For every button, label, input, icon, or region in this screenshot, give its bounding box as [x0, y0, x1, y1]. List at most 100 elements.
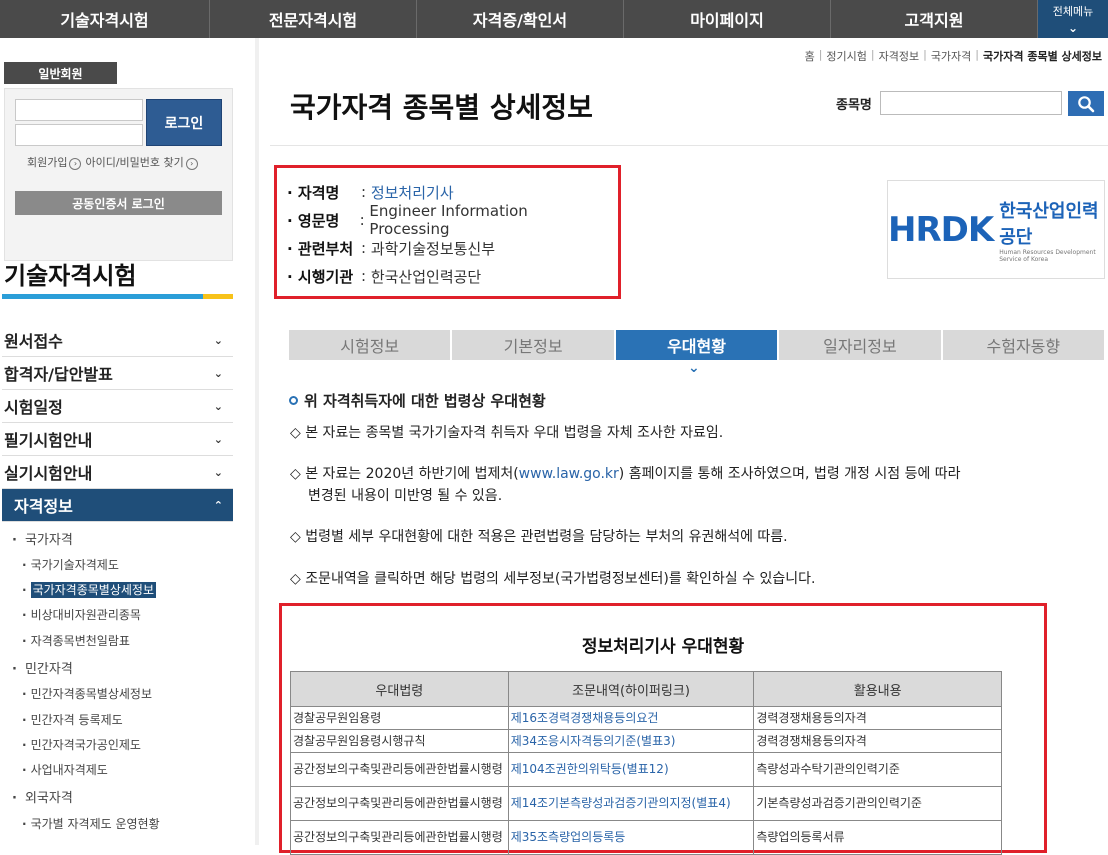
sidebar-item-qualification-info[interactable]: 자격정보 ⌃ [2, 489, 233, 522]
chevron-down-icon: ⌄ [688, 360, 700, 376]
hrdk-logo-mark: HRDK [888, 209, 994, 250]
tab-job-info[interactable]: 일자리정보 [779, 330, 941, 360]
user-id-input[interactable] [15, 99, 143, 121]
note-3: ◇ 법령별 세부 우대현황에 대한 적용은 관련법령을 담당하는 부처의 유권해… [290, 529, 788, 545]
top-nav: 기술자격시험 전문자격시험 자격증/확인서 마이페이지 고객지원 전체메뉴 ⌄ [0, 0, 1108, 38]
all-menu-button[interactable]: 전체메뉴 ⌄ [1038, 0, 1108, 38]
sidebar-item-application[interactable]: 원서접수 ⌄ [2, 324, 233, 357]
article-link[interactable]: 제104조권한의위탁등(별표12) [507, 752, 755, 787]
table-title: 정보처리기사 우대현황 [581, 637, 745, 657]
usage-cell: 측량성과수탁기관의인력기준 [753, 752, 1002, 787]
article-link[interactable]: 제14조기본측량성과검증기관의지정(별표4) [507, 786, 755, 821]
law-site-link[interactable]: www.law.go.kr [519, 466, 619, 482]
tab-basic-info[interactable]: 기본정보 [452, 330, 614, 360]
usage-cell: 측량업의등록서류 [753, 820, 1002, 855]
signup-link[interactable]: 회원가입 › [27, 154, 82, 170]
nav-technical-exam[interactable]: 기술자격시험 [0, 0, 210, 38]
nav-mypage[interactable]: 마이페이지 [624, 0, 831, 38]
law-cell: 경찰공무원임용령시행규칙 [290, 729, 509, 753]
chevron-up-icon: ⌃ [213, 498, 223, 512]
article-link[interactable]: 제34조응시자격등의기준(별표3) [507, 729, 755, 753]
cert-login-button[interactable]: 공동인증서 로그인 [15, 191, 222, 215]
submenu-item[interactable]: 사업내자격제도 [22, 761, 108, 778]
sidebar-item-results[interactable]: 합격자/답안발표 ⌄ [2, 357, 233, 390]
breadcrumb-item[interactable]: 정기시험 [826, 48, 866, 64]
login-box: 로그인 회원가입 › 아이디/비밀번호 찾기 › 공동인증서 로그인 [4, 88, 233, 261]
submenu-item[interactable]: 민간자격종목별상세정보 [22, 685, 152, 702]
column-header: 활용내용 [753, 671, 1002, 707]
nav-customer-support[interactable]: 고객지원 [831, 0, 1038, 38]
logo-english-name: Human Resources Development Service of K… [999, 248, 1096, 263]
table-header-row: 우대법령 조문내역(하이퍼링크) 활용내용 [290, 671, 1002, 707]
all-menu-label: 전체메뉴 [1052, 5, 1094, 18]
law-cell: 공간정보의구축및관리등에관한법률시행령 [290, 752, 509, 787]
sidebar-section-title: 기술자격시험 [4, 262, 137, 290]
submenu-item[interactable]: 비상대비자원관리종목 [22, 606, 141, 623]
submenu-item-current[interactable]: 국가자격종목별상세정보 [22, 581, 157, 598]
member-type-tag: 일반회원 [4, 62, 117, 84]
bullet-ring-icon [289, 396, 298, 405]
sidebar-item-written-exam[interactable]: 필기시험안내 ⌄ [2, 423, 233, 456]
info-row-agency: 시행기관: 한국산업인력공단 [287, 262, 608, 290]
preference-table-box: 정보처리기사 우대현황 우대법령 조문내역(하이퍼링크) 활용내용 경찰공무원임… [279, 603, 1047, 855]
law-cell: 공간정보의구축및관리등에관한법률시행령 [290, 820, 509, 855]
submenu-item[interactable]: 국가기술자격제도 [22, 556, 119, 573]
breadcrumb-item[interactable]: 자격정보 [879, 48, 919, 64]
law-cell: 경찰공무원임용령 [290, 706, 509, 730]
usage-cell: 경력경쟁채용등의자격 [753, 706, 1002, 730]
submenu-item[interactable]: 국가별 자격제도 운영현황 [22, 815, 160, 832]
breadcrumb-item[interactable]: 국가자격 [931, 48, 971, 64]
table-row: 공간정보의구축및관리등에관한법률시행령 제14조기본측량성과검증기관의지정(별표… [290, 786, 1002, 821]
nav-certificate[interactable]: 자격증/확인서 [417, 0, 624, 38]
sidebar-item-practical-exam[interactable]: 실기시험안내 ⌄ [2, 456, 233, 489]
login-button[interactable]: 로그인 [146, 99, 222, 146]
search-icon [1078, 95, 1095, 112]
chevron-down-icon: ⌄ [213, 366, 223, 380]
usage-cell: 기본측량성과검증기관의인력기준 [753, 786, 1002, 821]
password-input[interactable] [15, 124, 143, 146]
login-links: 회원가입 › 아이디/비밀번호 찾기 › [27, 154, 198, 170]
chevron-right-icon: › [185, 157, 198, 170]
chevron-right-icon: › [69, 157, 82, 170]
info-tabs: 시험정보 기본정보 우대현황 일자리정보 수험자동향 [289, 330, 1105, 360]
submenu-foreign[interactable]: 외국자격 [12, 787, 73, 806]
submenu-item[interactable]: 민간자격국가공인제도 [22, 736, 141, 753]
chevron-down-icon: ⌄ [1067, 21, 1079, 35]
usage-cell: 경력경쟁채용등의자격 [753, 729, 1002, 753]
breadcrumb-home[interactable]: 홈 [805, 48, 815, 64]
breadcrumb: 홈 | 정기시험 | 자격정보 | 국가자격 | 국가자격 종목별 상세정보 [804, 48, 1102, 64]
tab-candidate-trends[interactable]: 수험자동향 [942, 330, 1105, 360]
table-row: 경찰공무원임용령 제16조경력경쟁채용등의요건 경력경쟁채용등의자격 [290, 706, 1002, 730]
hrdk-logo: HRDK 한국산업인력공단 Human Resources Developmen… [887, 180, 1105, 279]
qualification-name-link[interactable]: 정보처리기사 [371, 182, 454, 203]
law-cell: 공간정보의구축및관리등에관한법률시행령 [290, 786, 509, 821]
submenu-item[interactable]: 자격종목변천일람표 [22, 632, 130, 649]
sidebar-divider [255, 38, 259, 845]
search-input[interactable] [880, 91, 1062, 115]
table-row: 경찰공무원임용령시행규칙 제34조응시자격등의기준(별표3) 경력경쟁채용등의자… [290, 729, 1002, 753]
column-header: 조문내역(하이퍼링크) [507, 671, 755, 707]
note-4: ◇ 조문내역을 클릭하면 해당 법령의 세부정보(국가법령정보센터)를 확인하실… [290, 571, 816, 587]
submenu-private[interactable]: 민간자격 [12, 658, 73, 677]
info-row-ministry: 관련부처: 과학기술정보통신부 [287, 234, 608, 262]
article-link[interactable]: 제35조측량업의등록등 [507, 820, 755, 855]
find-account-link[interactable]: 아이디/비밀번호 찾기 › [85, 154, 198, 170]
tab-exam-info[interactable]: 시험정보 [289, 330, 451, 360]
table-row: 공간정보의구축및관리등에관한법률시행령 제35조측량업의등록등 측량업의등록서류 [290, 820, 1002, 855]
search-label: 종목명 [836, 98, 872, 113]
article-link[interactable]: 제16조경력경쟁채용등의요건 [507, 706, 755, 730]
logo-korean-name: 한국산업인력공단 [999, 200, 1099, 248]
chevron-down-icon: ⌄ [213, 432, 223, 446]
search-button[interactable] [1068, 91, 1104, 116]
qualification-info-box: 자격명: 정보처리기사 영문명: Engineer Information Pr… [274, 165, 621, 299]
nav-professional-exam[interactable]: 전문자격시험 [210, 0, 417, 38]
chevron-down-icon: ⌄ [213, 399, 223, 413]
tab-preference[interactable]: 우대현황 [615, 330, 778, 360]
submenu-national[interactable]: 국가자격 [12, 529, 73, 548]
note-1: ◇ 본 자료는 종목별 국가기술자격 취득자 우대 법령을 자체 조사한 자료임… [290, 425, 724, 441]
submenu-item[interactable]: 민간자격 등록제도 [22, 711, 123, 728]
page-title: 국가자격 종목별 상세정보 [290, 91, 593, 124]
preference-table: 우대법령 조문내역(하이퍼링크) 활용내용 경찰공무원임용령 제16조경력경쟁채… [290, 671, 1002, 855]
sidebar-item-schedule[interactable]: 시험일정 ⌄ [2, 390, 233, 423]
table-row: 공간정보의구축및관리등에관한법률시행령 제104조권한의위탁등(별표12) 측량… [290, 752, 1002, 787]
